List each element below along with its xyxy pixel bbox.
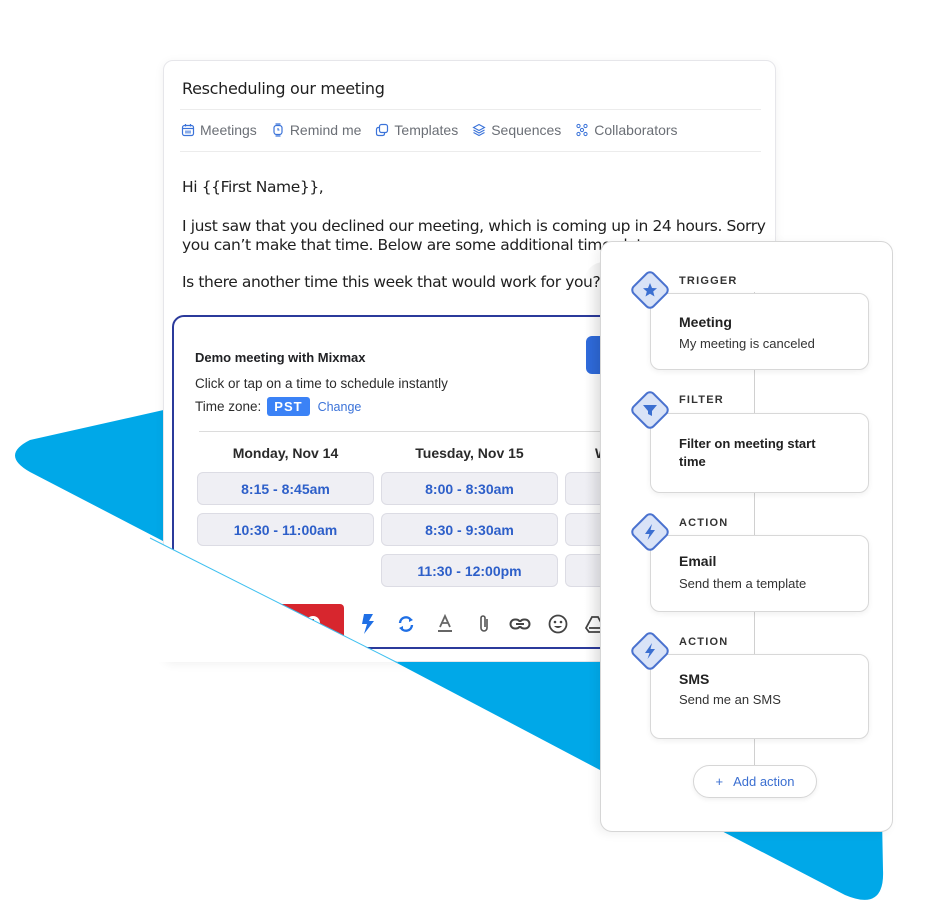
step-description: Send them a template xyxy=(679,576,807,591)
step-description: Send me an SMS xyxy=(679,692,781,707)
email-question: Is there another time this week that wou… xyxy=(182,273,601,291)
toolbar-collaborators-label: Collaborators xyxy=(594,122,678,138)
toolbar-collaborators[interactable]: Collaborators xyxy=(575,122,678,138)
send-later-button[interactable] xyxy=(252,604,344,640)
step-title: SMS xyxy=(679,671,710,687)
day-header: Monday, Nov 14 xyxy=(232,445,339,461)
lightning-icon xyxy=(631,513,669,551)
attachment-icon xyxy=(480,615,488,632)
step-type-label: ACTION xyxy=(679,517,729,529)
workflow-step-email[interactable]: Email Send them a template xyxy=(650,535,869,612)
toolbar-remind-me[interactable]: Remind me xyxy=(271,122,362,138)
add-action-label: Add action xyxy=(733,774,795,789)
templates-icon xyxy=(376,123,389,137)
collaborators-icon xyxy=(576,123,588,137)
watch-icon xyxy=(273,123,283,137)
step-description: My meeting is canceled xyxy=(679,336,815,351)
day-header: Tuesday, Nov 15 xyxy=(415,445,524,461)
emoji-button[interactable] xyxy=(547,613,569,635)
time-slot[interactable]: 8:30 - 9:30am xyxy=(381,513,558,546)
step-title: Filter on meeting start time xyxy=(679,436,816,469)
toolbar-templates[interactable]: Templates xyxy=(375,122,458,138)
divider xyxy=(180,151,761,152)
step-type-label: TRIGGER xyxy=(679,275,738,287)
toolbar-sequences-label: Sequences xyxy=(491,122,562,138)
lightning-button[interactable] xyxy=(357,613,379,635)
filter-icon xyxy=(631,391,669,429)
toolbar-remind-me-label: Remind me xyxy=(289,122,362,138)
toolbar-templates-label: Templates xyxy=(394,122,459,138)
layers-icon xyxy=(472,123,486,137)
toolbar-sequences[interactable]: Sequences xyxy=(472,122,561,138)
time-slot[interactable]: 8:15 - 8:45am xyxy=(197,472,374,505)
email-subject[interactable]: Rescheduling our meeting xyxy=(182,79,385,98)
step-title: Email xyxy=(679,553,717,569)
plus-icon: + xyxy=(715,774,724,789)
add-action-button[interactable]: + Add action xyxy=(693,765,817,798)
lightning-icon xyxy=(631,632,669,670)
change-timezone-link[interactable]: Change xyxy=(318,400,362,414)
star-icon xyxy=(631,271,669,309)
workflow-step-trigger[interactable]: Meeting My meeting is canceled xyxy=(650,293,869,370)
day-column: Monday, Nov 14 8:15 - 8:45am 10:30 - 11:… xyxy=(197,442,374,546)
lightning-icon xyxy=(362,614,374,634)
toolbar-meetings-label: Meetings xyxy=(200,122,257,138)
workflow-panel: TRIGGER Meeting My meeting is canceled F… xyxy=(600,241,893,832)
timezone-row: Time zone: PST Change xyxy=(195,397,361,416)
step-type-label: ACTION xyxy=(679,636,729,648)
meeting-instructions: Click or tap on a time to schedule insta… xyxy=(195,376,448,391)
divider xyxy=(180,109,761,110)
day-column: Tuesday, Nov 15 8:00 - 8:30am 8:30 - 9:3… xyxy=(381,442,558,587)
link-icon xyxy=(509,618,531,630)
calendar-icon xyxy=(181,124,195,137)
workflow-step-filter[interactable]: Filter on meeting start time xyxy=(650,413,869,493)
email-toolbar: Meetings Remind me Templates Sequences C… xyxy=(181,122,678,138)
step-title: Meeting xyxy=(679,314,732,330)
emoji-icon xyxy=(548,614,568,634)
link-button[interactable] xyxy=(509,613,531,635)
email-paragraph-line1: I just saw that you declined our meeting… xyxy=(182,217,766,235)
workflow-step-sms[interactable]: SMS Send me an SMS xyxy=(650,654,869,739)
send-later-icon xyxy=(306,616,320,630)
timezone-label: Time zone: xyxy=(195,399,262,414)
sync-button[interactable] xyxy=(395,613,417,635)
time-slot[interactable]: 8:00 - 8:30am xyxy=(381,472,558,505)
email-greeting: Hi {{First Name}}, xyxy=(182,178,324,196)
time-slot[interactable]: 11:30 - 12:00pm xyxy=(381,554,558,587)
toolbar-meetings[interactable]: Meetings xyxy=(181,122,257,138)
step-type-label: FILTER xyxy=(679,394,724,406)
timezone-badge: PST xyxy=(267,397,310,416)
text-format-icon xyxy=(438,614,452,632)
sync-icon xyxy=(398,616,414,632)
text-format-button[interactable] xyxy=(434,613,456,635)
email-paragraph-line2: you can’t make that time. Below are some… xyxy=(182,236,650,254)
meeting-title: Demo meeting with Mixmax xyxy=(195,350,366,365)
attachment-button[interactable] xyxy=(473,613,495,635)
time-slot[interactable]: 10:30 - 11:00am xyxy=(197,513,374,546)
